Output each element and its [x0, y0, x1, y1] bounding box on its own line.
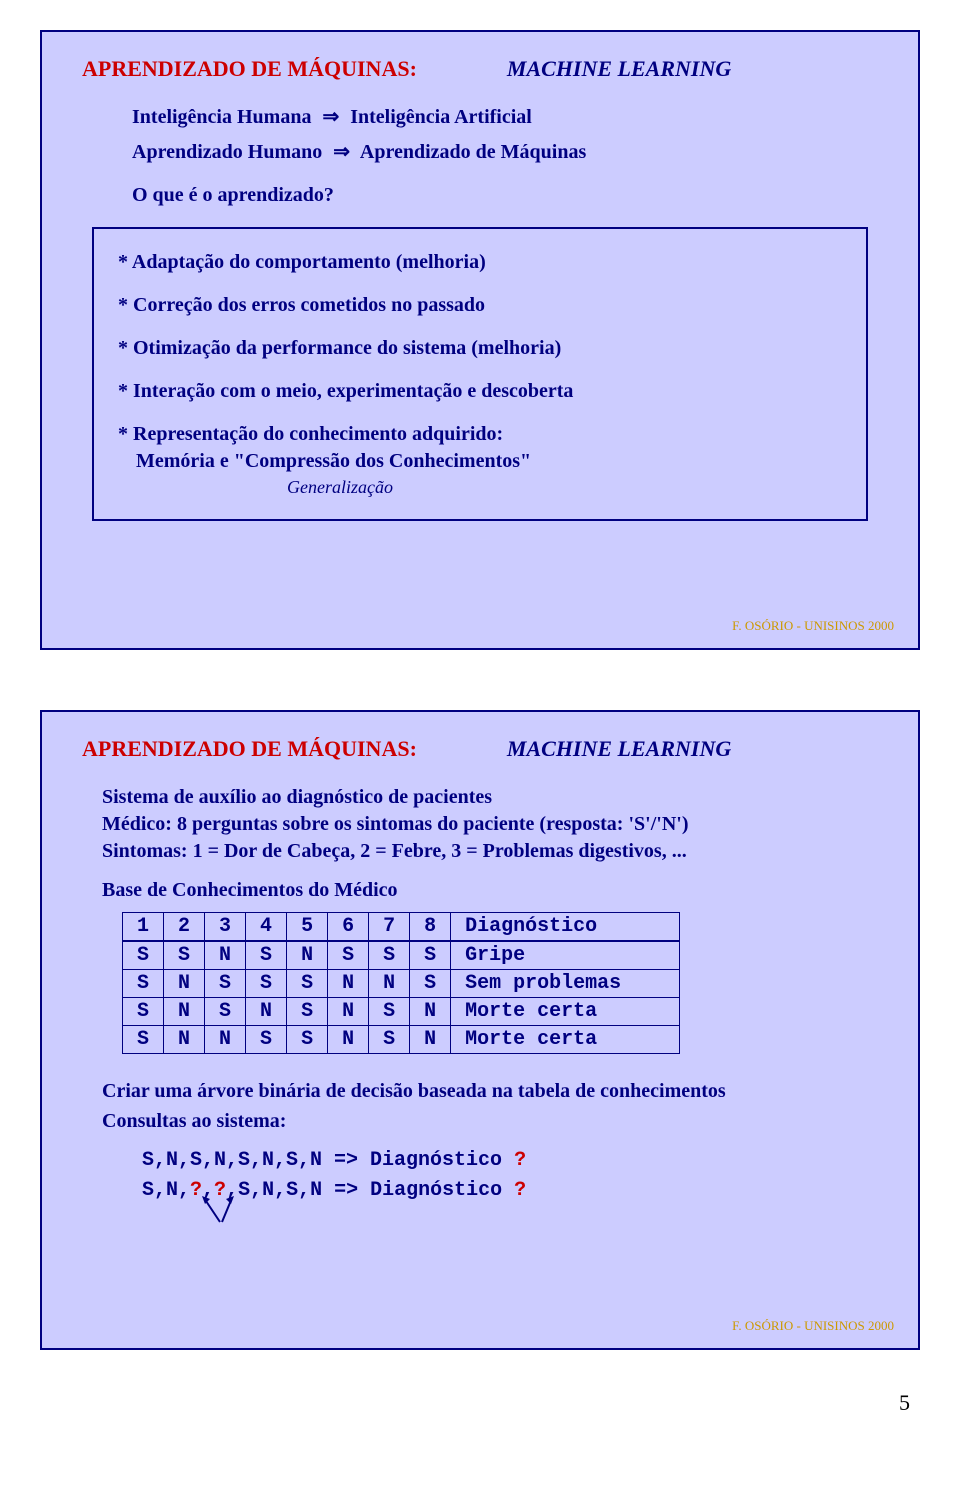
table-row: SNSNSNSNMorte certa	[123, 998, 680, 1026]
desc-line-3: Sintomas: 1 = Dor de Cabeça, 2 = Febre, …	[102, 840, 687, 862]
col-5: 5	[287, 913, 328, 942]
cell-diag: Sem problemas	[451, 970, 680, 998]
title-left: APRENDIZADO DE MÁQUINAS:	[82, 736, 417, 762]
after-table-block: Criar uma árvore binária de decisão base…	[102, 1076, 878, 1136]
cell: S	[410, 970, 451, 998]
mapping-row-2: Aprendizado Humano ⇒ Aprendizado de Máqu…	[132, 139, 878, 164]
row2-left: Aprendizado Humano	[132, 141, 322, 163]
row1-right: Inteligência Artificial	[350, 106, 532, 128]
q2-f: ?	[514, 1179, 526, 1202]
cell: N	[164, 970, 205, 998]
title-right: MACHINE LEARNING	[507, 56, 731, 82]
cell: S	[287, 1026, 328, 1054]
cell: N	[369, 970, 410, 998]
cell: S	[205, 998, 246, 1026]
bullet-5: * Representação do conhecimento adquirid…	[118, 421, 842, 499]
cell: N	[205, 1026, 246, 1054]
table-row: SSNSNSSSGripe	[123, 941, 680, 970]
kb-title: Base de Conhecimentos do Médico	[102, 879, 878, 902]
cell: N	[328, 1026, 369, 1054]
q1-text: S,N,S,N,S,N,S,N => Diagnóstico	[142, 1149, 514, 1172]
cell-diag: Morte certa	[451, 998, 680, 1026]
col-3: 3	[205, 913, 246, 942]
title-bar: APRENDIZADO DE MÁQUINAS: MACHINE LEARNIN…	[82, 736, 878, 762]
col-4: 4	[246, 913, 287, 942]
cell: S	[369, 941, 410, 970]
q2-b: ?	[190, 1179, 202, 1202]
col-diag: Diagnóstico	[451, 913, 680, 942]
cell: S	[123, 998, 164, 1026]
after-line-1: Criar uma árvore binária de decisão base…	[102, 1080, 726, 1102]
desc-line-2: Médico: 8 perguntas sobre os sintomas do…	[102, 813, 688, 835]
cell-diag: Morte certa	[451, 1026, 680, 1054]
cell: S	[246, 1026, 287, 1054]
cell: S	[164, 941, 205, 970]
arrow-icon: ⇒	[333, 141, 350, 163]
cell: S	[123, 1026, 164, 1054]
bullet-2: * Correção dos erros cometidos no passad…	[118, 292, 842, 319]
cell: N	[328, 970, 369, 998]
cell: S	[205, 970, 246, 998]
q2-a: S,N,	[142, 1179, 190, 1202]
slide-footer: F. OSÓRIO - UNISINOS 2000	[732, 618, 894, 634]
cell: N	[246, 998, 287, 1026]
title-right: MACHINE LEARNING	[507, 736, 731, 762]
bullet-4: * Interação com o meio, experimentação e…	[118, 378, 842, 405]
cell: S	[246, 941, 287, 970]
table-header-row: 1 2 3 4 5 6 7 8 Diagnóstico	[123, 913, 680, 942]
table-row: SNNSSNSNMorte certa	[123, 1026, 680, 1054]
cell: S	[123, 941, 164, 970]
cell: N	[328, 998, 369, 1026]
desc-line-1: Sistema de auxílio ao diagnóstico de pac…	[102, 786, 492, 808]
query-1: S,N,S,N,S,N,S,N => Diagnóstico ?	[142, 1146, 878, 1176]
cell: S	[287, 970, 328, 998]
col-6: 6	[328, 913, 369, 942]
definition-box: * Adaptação do comportamento (melhoria) …	[92, 227, 868, 521]
table-row: SNSSSNNSSem problemas	[123, 970, 680, 998]
col-8: 8	[410, 913, 451, 942]
cell: N	[205, 941, 246, 970]
cell: S	[369, 1026, 410, 1054]
row2-right: Aprendizado de Máquinas	[360, 141, 586, 163]
slide-footer: F. OSÓRIO - UNISINOS 2000	[732, 1318, 894, 1334]
cell: N	[410, 998, 451, 1026]
cell: S	[287, 998, 328, 1026]
mapping-row-1: Inteligência Humana ⇒ Inteligência Artif…	[132, 104, 878, 129]
cell-diag: Gripe	[451, 941, 680, 970]
title-left: APRENDIZADO DE MÁQUINAS:	[82, 56, 417, 82]
cell: S	[410, 941, 451, 970]
col-2: 2	[164, 913, 205, 942]
bullet-3: * Otimização da performance do sistema (…	[118, 335, 842, 362]
col-7: 7	[369, 913, 410, 942]
knowledge-table: 1 2 3 4 5 6 7 8 Diagnóstico SSNSNSSSGrip…	[122, 912, 680, 1054]
pointer-arrows-icon	[202, 1202, 878, 1220]
slide-2: APRENDIZADO DE MÁQUINAS: MACHINE LEARNIN…	[40, 710, 920, 1350]
cell: S	[246, 970, 287, 998]
col-1: 1	[123, 913, 164, 942]
arrow-icon: ⇒	[322, 106, 339, 128]
bullet-5-subit: Generalização	[118, 475, 842, 499]
cell: N	[410, 1026, 451, 1054]
slide-1: APRENDIZADO DE MÁQUINAS: MACHINE LEARNIN…	[40, 30, 920, 650]
bullet-5-main: * Representação do conhecimento adquirid…	[118, 423, 503, 445]
cell: N	[164, 1026, 205, 1054]
after-line-2: Consultas ao sistema:	[102, 1110, 286, 1132]
row1-left: Inteligência Humana	[132, 106, 311, 128]
title-bar: APRENDIZADO DE MÁQUINAS: MACHINE LEARNIN…	[82, 56, 878, 82]
question-text: O que é o aprendizado?	[132, 184, 878, 207]
page-number: 5	[40, 1390, 910, 1416]
cell: N	[164, 998, 205, 1026]
cell: N	[287, 941, 328, 970]
description-block: Sistema de auxílio ao diagnóstico de pac…	[102, 784, 878, 865]
bullet-5-sub: Memória e "Compressão dos Conhecimentos"	[136, 448, 842, 475]
cell: S	[369, 998, 410, 1026]
q1-mark: ?	[514, 1149, 526, 1172]
cell: S	[123, 970, 164, 998]
cell: S	[328, 941, 369, 970]
bullet-1: * Adaptação do comportamento (melhoria)	[118, 249, 842, 276]
